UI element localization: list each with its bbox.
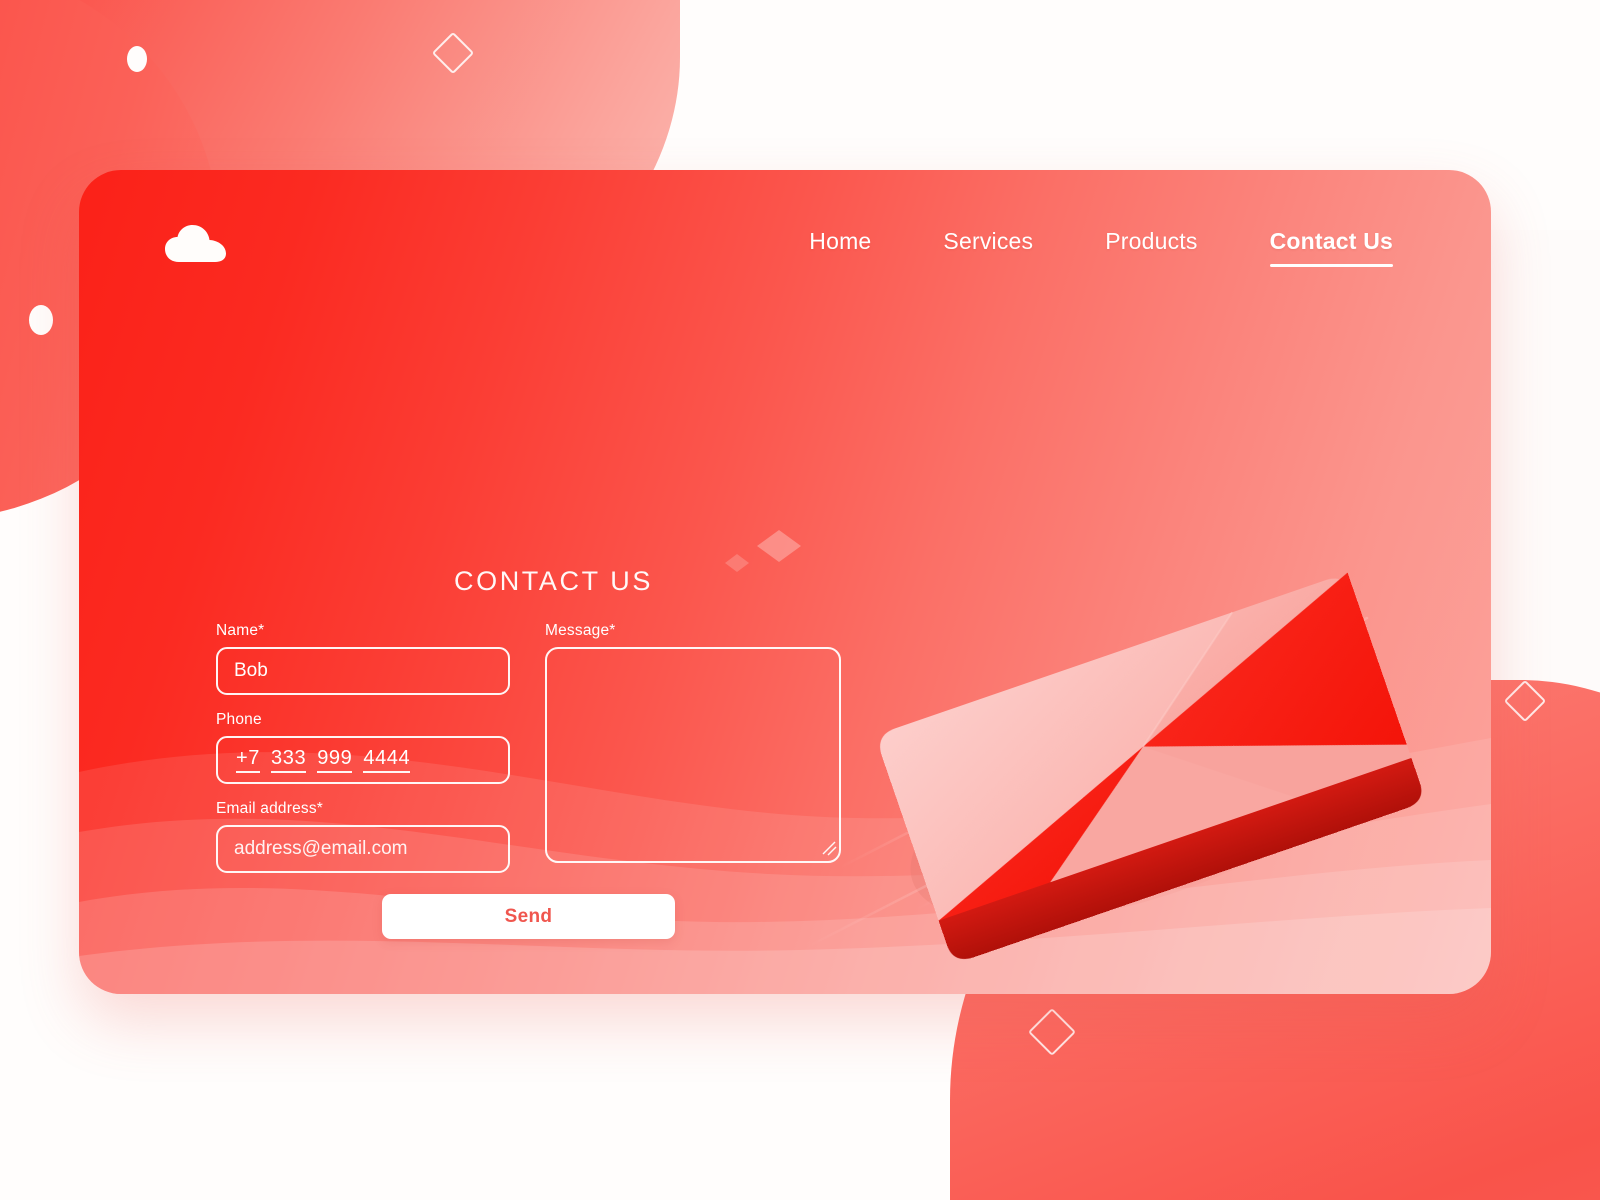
name-label: Name* xyxy=(216,622,265,639)
name-input[interactable] xyxy=(216,647,510,695)
message-label: Message* xyxy=(545,622,616,639)
decorative-circle xyxy=(29,305,53,335)
phone-input[interactable]: +7 333 999 4444 xyxy=(216,736,510,784)
field-group-name: Name* xyxy=(216,622,516,695)
nav-item-products[interactable]: Products xyxy=(1105,228,1197,267)
decorative-circle xyxy=(127,46,147,72)
page-root: Home Services Products Contact Us CONTAC… xyxy=(0,0,1600,1200)
send-button[interactable]: Send xyxy=(382,894,675,939)
message-wrapper xyxy=(545,647,845,863)
nav-item-services[interactable]: Services xyxy=(943,228,1033,267)
phone-segment-prefix[interactable]: 999 xyxy=(317,747,353,773)
phone-segment-area[interactable]: 333 xyxy=(271,747,307,773)
phone-segment-line[interactable]: 4444 xyxy=(363,747,411,773)
phone-label: Phone xyxy=(216,711,262,728)
main-navigation: Home Services Products Contact Us xyxy=(809,228,1394,267)
form-column-left: Name* Phone +7 333 999 4444 Email addres… xyxy=(216,622,516,889)
field-group-phone: Phone +7 333 999 4444 xyxy=(216,711,516,784)
message-textarea[interactable] xyxy=(545,647,841,863)
hero-card: Home Services Products Contact Us CONTAC… xyxy=(79,170,1491,994)
field-group-email: Email address* xyxy=(216,800,516,873)
email-label: Email address* xyxy=(216,800,324,817)
page-title: CONTACT US xyxy=(454,566,654,596)
phone-segment-country[interactable]: +7 xyxy=(236,747,261,773)
nav-item-home[interactable]: Home xyxy=(809,228,871,267)
form-column-right: Message* xyxy=(545,622,845,863)
nav-item-contact-us[interactable]: Contact Us xyxy=(1269,228,1394,267)
cloud-icon[interactable] xyxy=(163,220,229,266)
email-field[interactable] xyxy=(216,825,510,873)
